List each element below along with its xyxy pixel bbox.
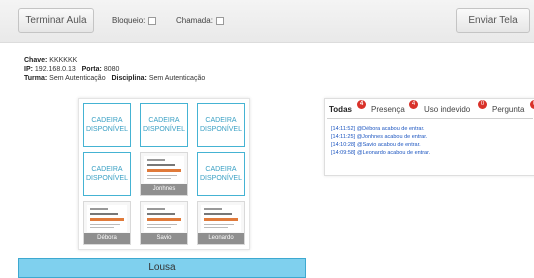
log-entry: [14:11:52] @Débora acabou de entrar. bbox=[331, 126, 425, 132]
activity-panel: Todas 4 Presença 4 Uso indevido 0 Pergun… bbox=[324, 98, 534, 176]
seat-available[interactable]: CADEIRA DISPONÍVEL bbox=[197, 152, 245, 196]
class-value: Sem Autenticação bbox=[49, 75, 106, 82]
tab-badge: 0 bbox=[478, 100, 487, 109]
subject-value: Sem Autenticação bbox=[148, 75, 206, 82]
board: Lousa bbox=[18, 258, 306, 278]
port-label: Porta: bbox=[81, 66, 102, 73]
screen-thumbnail bbox=[201, 205, 241, 232]
tab-question[interactable]: Pergunta 0 bbox=[492, 100, 534, 117]
activity-tabs: Todas 4 Presença 4 Uso indevido 0 Pergun… bbox=[327, 100, 534, 117]
call-checkbox[interactable] bbox=[215, 16, 224, 25]
seat-occupied[interactable]: Débora bbox=[83, 201, 131, 245]
end-class-button[interactable]: Terminar Aula bbox=[18, 8, 94, 33]
seat-label-line2: DISPONÍVEL bbox=[199, 126, 242, 133]
tab-presence[interactable]: Presença 4 bbox=[371, 100, 418, 117]
seat-available[interactable]: CADEIRA DISPONÍVEL bbox=[140, 103, 188, 147]
seat-occupied[interactable]: Jonhnes bbox=[140, 152, 188, 196]
seat-label-line2: DISPONÍVEL bbox=[85, 126, 128, 133]
screen-thumbnail bbox=[144, 156, 184, 183]
activity-log: [14:11:52] @Débora acabou de entrar. [14… bbox=[331, 125, 430, 157]
ip-label: IP: bbox=[24, 66, 33, 73]
seat-available[interactable]: CADEIRA DISPONÍVEL bbox=[197, 103, 245, 147]
session-info: Chave: KKKKKK IP: 192.168.0.13 Porta: 80… bbox=[24, 56, 205, 83]
screen-thumbnail bbox=[87, 205, 127, 232]
tab-label: Pergunta bbox=[492, 105, 525, 114]
log-entry: [14:09:58] @Leonardo acabou de entrar. bbox=[331, 150, 431, 156]
seat-occupied[interactable]: Leonardo bbox=[197, 201, 245, 245]
seat-label-line2: DISPONÍVEL bbox=[85, 175, 128, 182]
log-entry: [14:11:25] @Jonhnes acabou de entrar. bbox=[331, 134, 428, 140]
seat-label-line1: CADEIRA bbox=[91, 166, 123, 173]
seat-label-line1: CADEIRA bbox=[205, 117, 237, 124]
seat-label-line1: CADEIRA bbox=[205, 166, 237, 173]
lock-label: Bloqueio: bbox=[112, 16, 146, 25]
student-name: Jonhnes bbox=[141, 184, 187, 195]
subject-label: Disciplina: bbox=[111, 75, 147, 82]
student-name: Débora bbox=[84, 233, 130, 244]
tab-divider bbox=[327, 118, 533, 119]
seat-available[interactable]: CADEIRA DISPONÍVEL bbox=[83, 103, 131, 147]
seat-available[interactable]: CADEIRA DISPONÍVEL bbox=[83, 152, 131, 196]
tab-all[interactable]: Todas 4 bbox=[329, 100, 366, 117]
seat-label-line1: CADEIRA bbox=[91, 117, 123, 124]
key-value: KKKKKK bbox=[49, 57, 78, 64]
lock-checkbox[interactable] bbox=[148, 16, 157, 25]
seat-occupied[interactable]: Savio bbox=[140, 201, 188, 245]
tab-badge: 4 bbox=[409, 100, 418, 109]
seat-label-line2: DISPONÍVEL bbox=[199, 175, 242, 182]
lock-toggle[interactable]: Bloqueio: bbox=[112, 16, 157, 25]
class-label: Turma: bbox=[24, 75, 48, 82]
student-name: Leonardo bbox=[198, 233, 244, 244]
student-name: Savio bbox=[141, 233, 187, 244]
call-label: Chamada: bbox=[176, 16, 213, 25]
screen-thumbnail bbox=[144, 205, 184, 232]
seat-grid: CADEIRA DISPONÍVEL CADEIRA DISPONÍVEL CADE… bbox=[78, 98, 250, 250]
tab-badge: 0 bbox=[530, 100, 534, 109]
tab-misuse[interactable]: Uso indevido 0 bbox=[424, 100, 487, 117]
seat-label-line2: DISPONÍVEL bbox=[142, 126, 185, 133]
ip-value: 192.168.0.13 bbox=[34, 66, 76, 73]
tab-badge: 4 bbox=[357, 100, 366, 109]
log-entry: [14:10:28] @Savio acabou de entrar. bbox=[331, 142, 421, 148]
key-label: Chave: bbox=[24, 57, 48, 64]
seat-label-line1: CADEIRA bbox=[148, 117, 180, 124]
port-value: 8080 bbox=[103, 66, 120, 73]
tab-label: Todas bbox=[329, 105, 352, 114]
call-toggle[interactable]: Chamada: bbox=[176, 16, 224, 25]
toolbar: Terminar Aula Bloqueio: Chamada: Enviar … bbox=[0, 0, 534, 43]
tab-label: Presença bbox=[371, 105, 405, 114]
tab-label: Uso indevido bbox=[424, 105, 471, 114]
send-screen-button[interactable]: Enviar Tela bbox=[456, 8, 530, 33]
